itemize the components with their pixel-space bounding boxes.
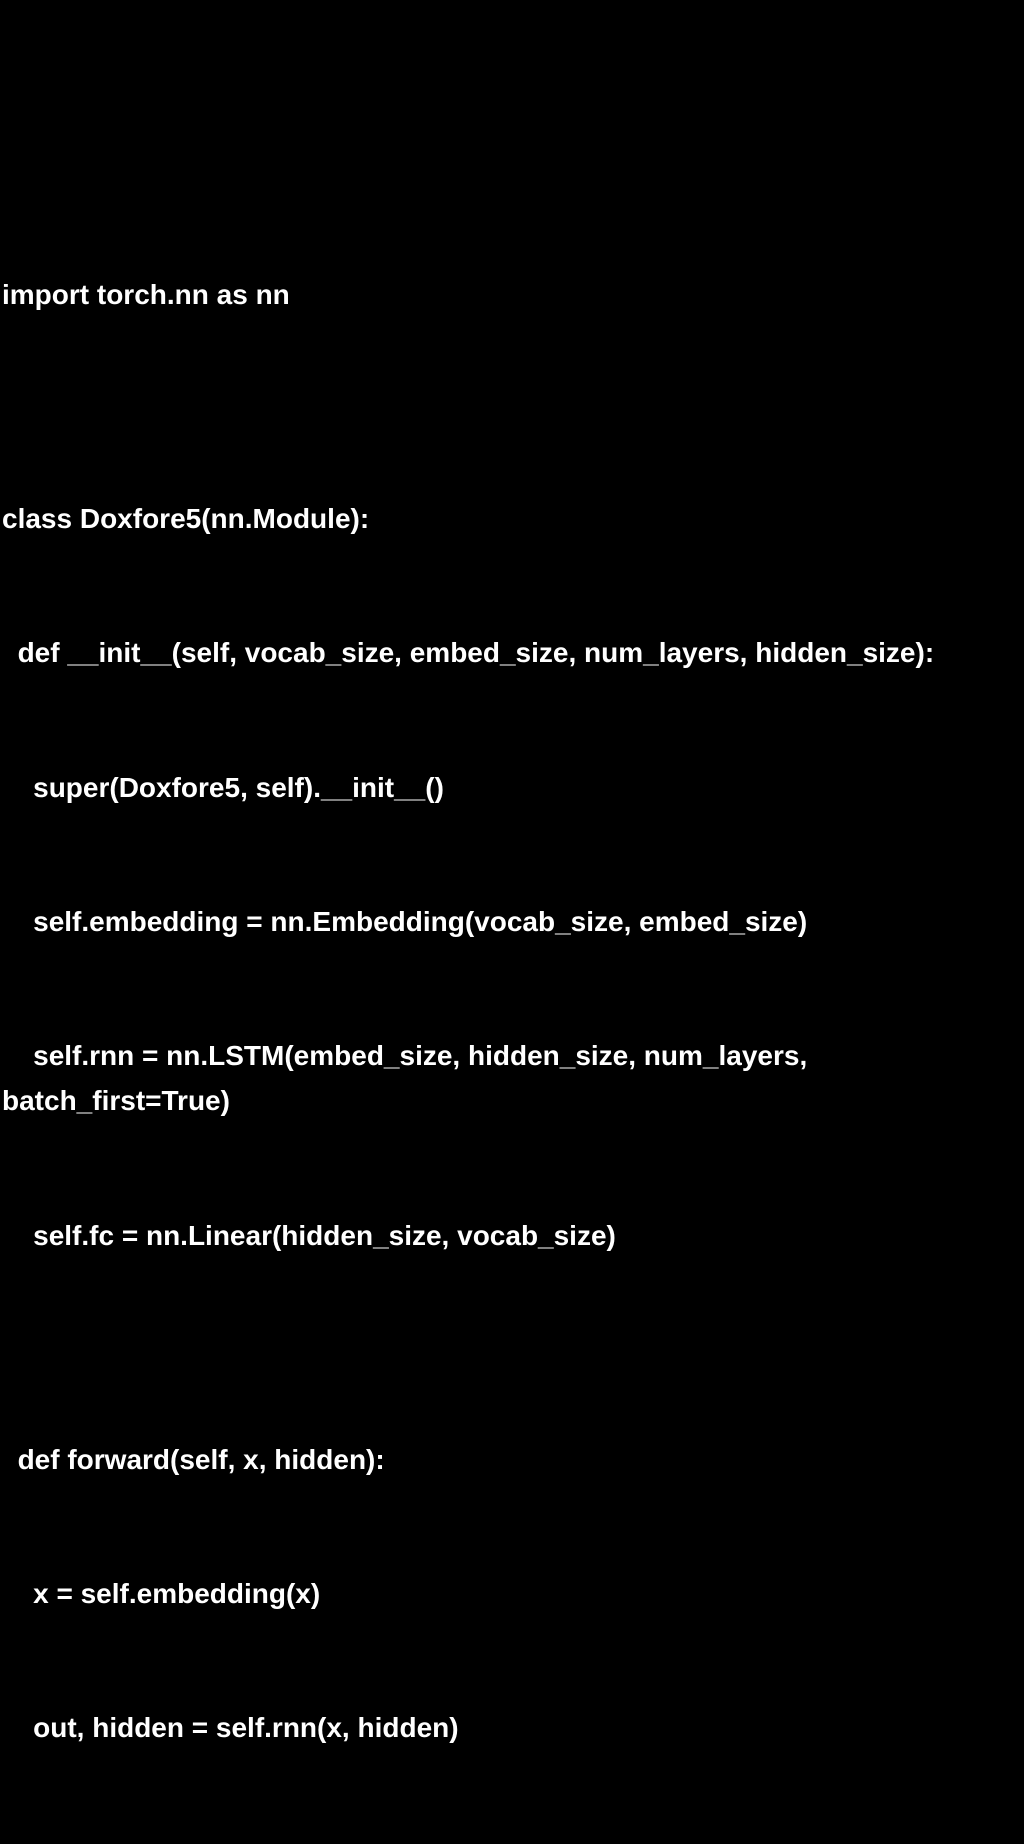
code-line: def forward(self, x, hidden): [2, 1438, 1022, 1483]
code-line: import torch.nn as nn [2, 273, 1022, 318]
code-snippet: import torch.nn as nn class Doxfore5(nn.… [2, 183, 1022, 1844]
code-line: self.rnn = nn.LSTM(embed_size, hidden_si… [2, 1034, 1022, 1124]
code-line: class Doxfore5(nn.Module): [2, 497, 1022, 542]
code-line: x = self.embedding(x) [2, 1572, 1022, 1617]
code-line: def __init__(self, vocab_size, embed_siz… [2, 631, 1022, 676]
code-line: out, hidden = self.rnn(x, hidden) [2, 1706, 1022, 1751]
code-line: super(Doxfore5, self).__init__() [2, 766, 1022, 811]
code-line: self.fc = nn.Linear(hidden_size, vocab_s… [2, 1214, 1022, 1259]
code-line: self.embedding = nn.Embedding(vocab_size… [2, 900, 1022, 945]
code-line: out = self.fc(out) [2, 1841, 1022, 1844]
